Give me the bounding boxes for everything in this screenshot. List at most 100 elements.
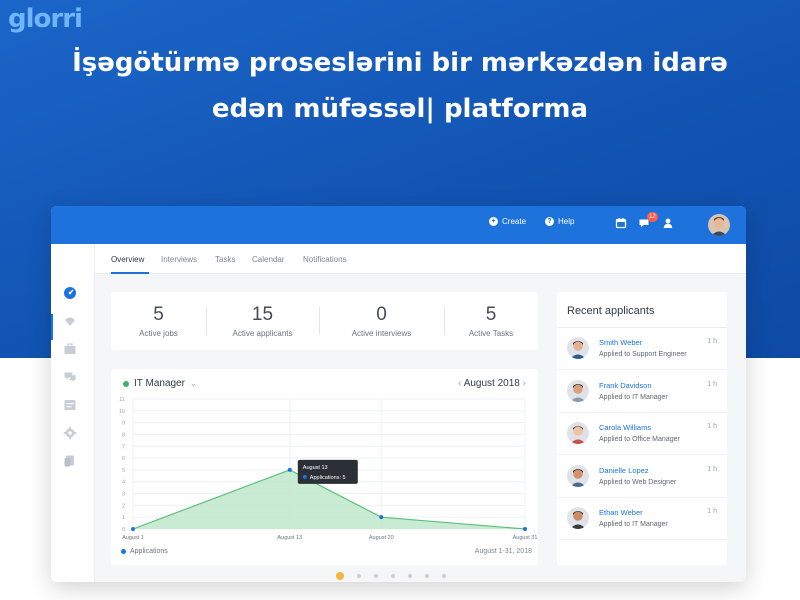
- applicant-time: 1 h: [707, 465, 717, 473]
- stat-label: Active jobs: [139, 329, 178, 338]
- jobs-icon[interactable]: [63, 314, 77, 328]
- tab-bar: Overview Interviews Tasks Calendar Notif…: [95, 244, 746, 274]
- y-tick-label: 6: [122, 456, 125, 462]
- y-tick-label: 4: [122, 480, 125, 486]
- applicant-avatar: [567, 337, 589, 359]
- tooltip-title: August 13: [303, 465, 328, 471]
- date-range: August 1-31, 2018: [474, 548, 532, 555]
- applicant-role: Applied to IT Manager: [599, 393, 668, 401]
- stat-label: Active applicants: [232, 329, 293, 338]
- pager-dot[interactable]: [442, 574, 446, 578]
- applicant-name[interactable]: Smith Weber: [599, 338, 642, 347]
- applicant-time: 1 h: [707, 380, 717, 388]
- recent-applicants-card: Recent applicants Smith Weber Applied to …: [557, 292, 727, 565]
- applicant-avatar: [567, 464, 589, 487]
- app-window: + Create ? Help 1 2 Overview Interviews T…: [51, 206, 746, 582]
- tab-tasks[interactable]: Tasks: [215, 255, 235, 264]
- y-tick-label: 1: [122, 515, 125, 521]
- reports-icon[interactable]: [63, 398, 77, 412]
- profile-avatar[interactable]: [708, 214, 730, 236]
- tab-interviews[interactable]: Interviews: [161, 255, 197, 264]
- data-point: [287, 467, 292, 472]
- stat-value: 15: [251, 304, 274, 325]
- x-tick-label: August 20: [369, 535, 394, 541]
- briefcase-icon[interactable]: [63, 342, 77, 356]
- pager-dot[interactable]: [336, 572, 344, 580]
- pager-dot[interactable]: [425, 574, 429, 578]
- stat-label: Active Tasks: [468, 329, 514, 338]
- legend-dot: [121, 549, 126, 554]
- carousel-pager: [336, 572, 446, 580]
- applicant-name[interactable]: Ethan Weber: [599, 508, 643, 517]
- applicant-name[interactable]: Frank Davidson: [599, 381, 652, 390]
- pager-dot[interactable]: [391, 574, 395, 578]
- tab-calendar[interactable]: Calendar: [252, 255, 284, 264]
- recent-applicants-title: Recent applicants: [567, 305, 655, 317]
- stat-active-interviews[interactable]: 0 Active interviews: [319, 292, 444, 350]
- y-tick-label: 2: [122, 503, 125, 509]
- pager-dot[interactable]: [357, 574, 361, 578]
- applicant-role: Applied to IT Manager: [599, 521, 668, 528]
- stat-active-applicants[interactable]: 15 Active applicants: [206, 292, 319, 350]
- tab-overview[interactable]: Overview: [111, 255, 144, 264]
- stat-label: Active interviews: [351, 329, 412, 338]
- settings-icon[interactable]: [63, 426, 77, 440]
- help-label: Help: [558, 217, 575, 226]
- left-sidebar: [51, 244, 95, 582]
- calendar-icon[interactable]: [615, 217, 627, 229]
- headline-line-1: İşəgötürmə proseslərini bir mərkəzdən id…: [72, 48, 728, 78]
- messages-icon[interactable]: [63, 370, 77, 384]
- applicant-row[interactable]: Ethan Weber Applied to IT Manager 1 h: [557, 498, 727, 540]
- create-label: Create: [502, 217, 527, 226]
- applicant-role: Applied to Office Manager: [599, 436, 680, 443]
- pager-dot[interactable]: [408, 574, 412, 578]
- data-point: [379, 515, 384, 520]
- job-selector[interactable]: IT Manager ⌄: [123, 378, 197, 389]
- stat-value: 0: [376, 304, 387, 325]
- applicant-time: 1 h: [707, 338, 717, 345]
- applicant-row[interactable]: Carola Williams Applied to Office Manager…: [557, 413, 727, 455]
- data-point: [131, 527, 135, 531]
- nav-active-indicator: [51, 314, 53, 340]
- tooltip-dot: [302, 474, 307, 479]
- applicant-row[interactable]: Danielle Lopez Applied to Web Designer 1 h: [557, 456, 727, 498]
- job-selector-label: IT Manager: [134, 378, 185, 389]
- applicant-role: Applied to Support Engineer: [599, 351, 687, 358]
- x-tick-label: August 13: [277, 535, 302, 541]
- plus-icon: +: [489, 217, 498, 226]
- applicant-name[interactable]: Danielle Lopez: [599, 466, 649, 475]
- applications-chart: 0 1 2 3 4 5 6 7 8 9 10 11 August 1 August 13 August 20…: [119, 397, 538, 541]
- legend-label: Applications: [130, 548, 168, 555]
- y-tick-label: 8: [122, 432, 125, 438]
- applicant-avatar: [567, 422, 589, 444]
- chevron-left-icon[interactable]: ‹: [458, 378, 461, 389]
- create-button[interactable]: + Create: [489, 217, 526, 226]
- question-icon: ?: [545, 217, 554, 226]
- dashboard-icon[interactable]: [63, 286, 77, 300]
- stat-active-tasks[interactable]: 5 Active Tasks: [444, 292, 538, 350]
- active-tab-underline: [111, 272, 149, 274]
- tab-notifications[interactable]: Notifications: [303, 255, 347, 264]
- help-button[interactable]: ? Help: [545, 217, 574, 226]
- pager-dot[interactable]: [374, 574, 378, 578]
- user-icon[interactable]: [662, 217, 674, 229]
- y-tick-label: 3: [122, 492, 125, 498]
- headline-line-2: edən müfəssəl| platforma: [211, 94, 589, 124]
- applications-chart-card: 0 1 2 3 4 5 6 7 8 9 10 11 August 1 August 13 August 20…: [111, 369, 538, 565]
- applicant-row[interactable]: Frank Davidson Applied to IT Manager 1 h: [557, 371, 727, 413]
- applicant-avatar: [567, 379, 589, 402]
- chevron-down-icon: ⌄: [189, 379, 197, 388]
- stat-active-jobs[interactable]: 5 Active jobs: [111, 292, 206, 350]
- files-icon[interactable]: [63, 454, 77, 468]
- applicant-time: 1 h: [707, 423, 717, 430]
- y-tick-label: 11: [119, 397, 125, 403]
- y-tick-label: 10: [119, 409, 125, 415]
- data-point: [523, 527, 527, 531]
- y-tick-label: 9: [122, 421, 125, 427]
- applicant-name[interactable]: Carola Williams: [599, 423, 651, 432]
- chevron-right-icon[interactable]: ›: [523, 378, 526, 389]
- y-tick-label: 5: [122, 468, 125, 474]
- headline: İşəgötürmə proseslərini bir mərkəzdən id…: [0, 40, 800, 132]
- applicant-row[interactable]: Smith Weber Applied to Support Engineer 1 …: [557, 328, 727, 370]
- stat-value: 5: [485, 304, 497, 325]
